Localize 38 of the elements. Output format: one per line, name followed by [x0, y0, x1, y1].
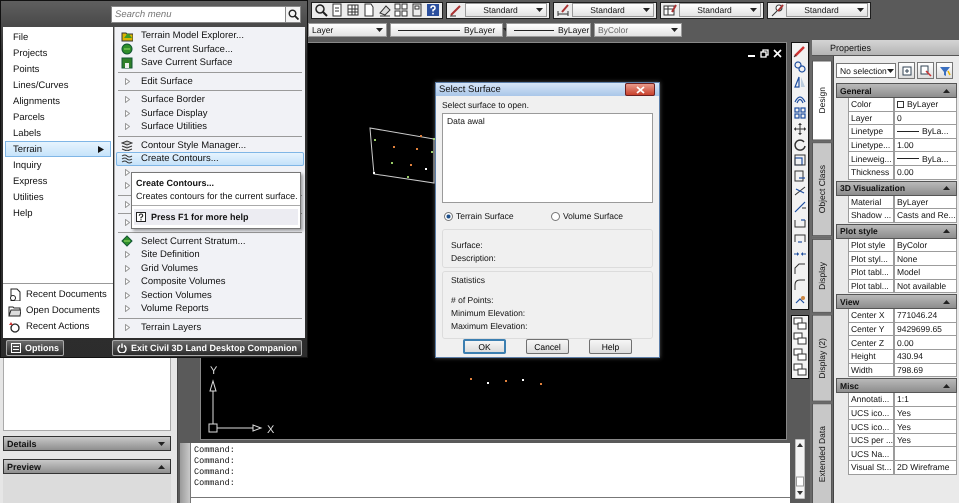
property-name: Height — [848, 350, 894, 364]
property-name: UCS ico... — [848, 420, 894, 434]
axis-label: Y — [210, 365, 218, 377]
field-label: Description: — [451, 253, 497, 263]
prompt-label: Select surface to open. — [442, 100, 530, 110]
property-name: Shadow ... — [848, 209, 894, 223]
command-line-text: Command: — [194, 478, 235, 489]
field-label: Maximum Elevation: — [451, 321, 529, 331]
property-name: Linetype... — [848, 138, 894, 152]
property-name: Linetype — [848, 125, 894, 139]
group-title: Statistics — [451, 275, 486, 285]
property-name: Center Z — [848, 336, 894, 350]
property-name: UCS ico... — [848, 406, 894, 420]
property-name: Center X — [848, 309, 894, 323]
property-name: Visual St... — [848, 461, 894, 475]
property-name: UCS Na... — [848, 447, 894, 462]
property-name: Material — [848, 196, 894, 210]
property-name: Thickness — [848, 166, 894, 180]
property-name: Annotati... — [848, 393, 894, 407]
field-label: Minimum Elevation: — [451, 308, 526, 318]
property-name: Color — [848, 98, 894, 112]
property-name: Center Y — [848, 322, 894, 336]
command-line-text: Command: — [194, 467, 235, 478]
property-name: Plot tabl... — [848, 266, 894, 280]
dialog-title: Select Surface — [439, 84, 501, 95]
property-name: Plot tabl... — [848, 280, 894, 294]
property-name: Lineweig... — [848, 152, 894, 166]
property-name: Layer — [848, 112, 894, 126]
axis-label: X — [267, 424, 274, 436]
command-line-text: Command: — [194, 456, 235, 467]
property-name: Plot style — [848, 238, 894, 252]
palette-title: Properties — [812, 40, 959, 56]
command-line-text: Command: — [194, 445, 235, 456]
field-label: Surface: — [451, 240, 484, 250]
property-name: UCS per ... — [848, 434, 894, 448]
field-label: # of Points: — [451, 295, 495, 305]
property-name: Width — [848, 364, 894, 378]
property-name: Plot styl... — [848, 252, 894, 266]
